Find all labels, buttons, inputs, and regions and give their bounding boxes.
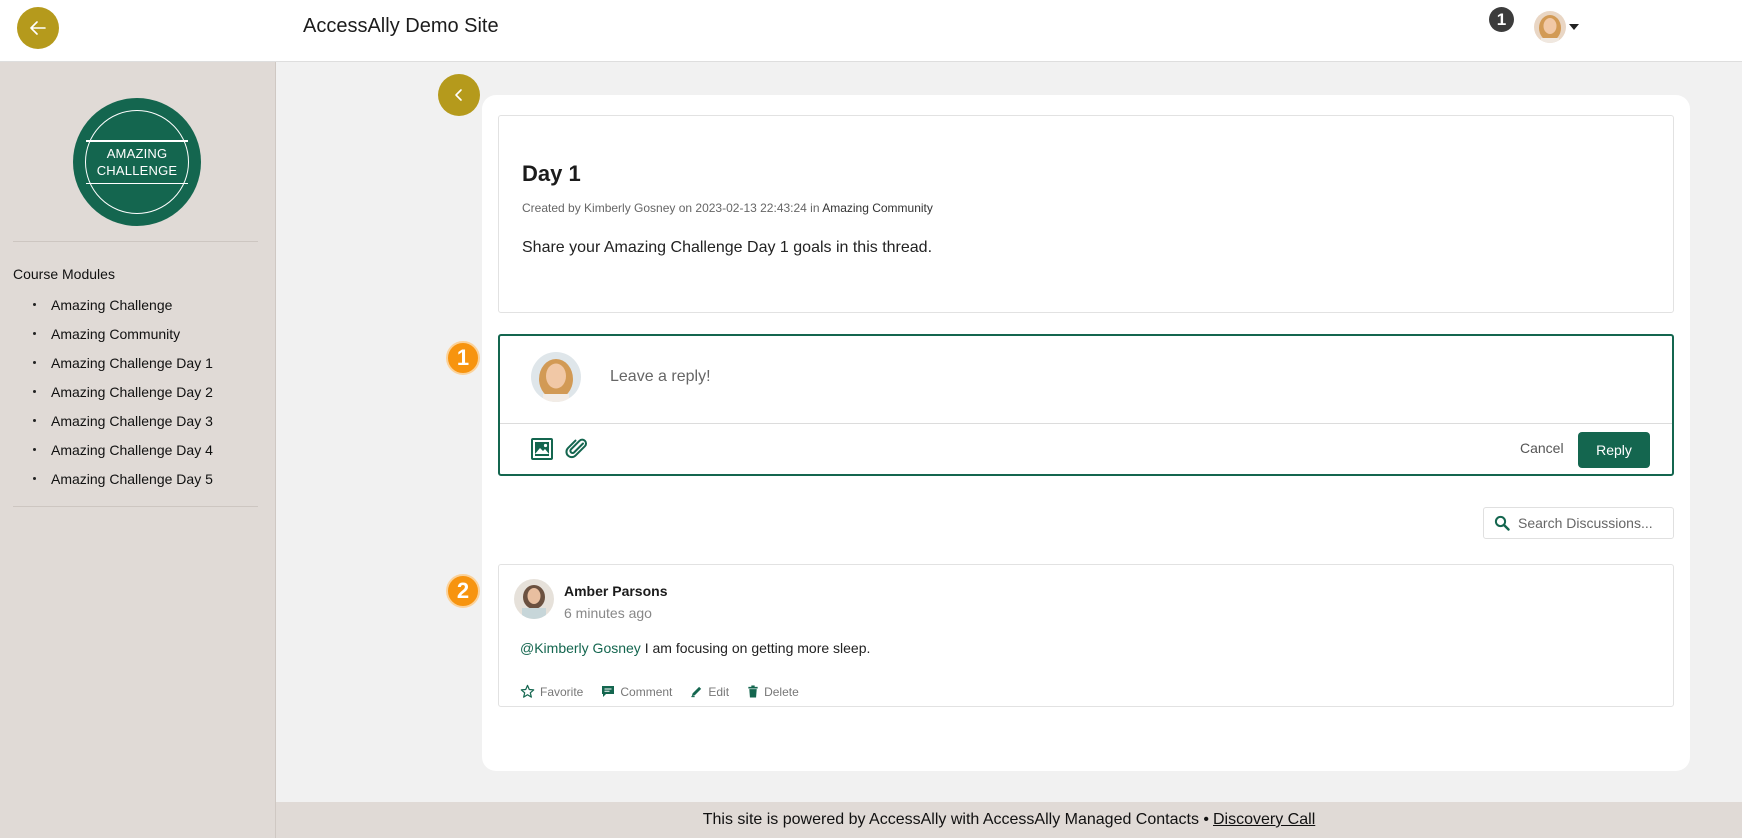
comment-time: 6 minutes ago (564, 605, 652, 621)
comment-actions: Favorite Comment Edit Delete (520, 684, 817, 699)
reply-input[interactable] (610, 362, 1630, 392)
module-item[interactable]: Amazing Challenge Day 5 (33, 464, 213, 493)
notification-badge[interactable]: 1 (1489, 7, 1514, 32)
community-link[interactable]: Amazing Community (822, 201, 933, 215)
footer-text: This site is powered by AccessAlly with … (702, 811, 1209, 828)
chevron-left-icon (455, 89, 462, 101)
image-upload-button[interactable] (530, 437, 554, 461)
post-meta: Created by Kimberly Gosney on 2023-02-13… (522, 201, 933, 215)
post: Day 1 Created by Kimberly Gosney on 2023… (498, 115, 1674, 313)
module-item[interactable]: Amazing Challenge Day 1 (33, 348, 213, 377)
course-logo: AMAZING CHALLENGE (73, 98, 201, 226)
reply-divider (500, 423, 1672, 424)
step-badge-1: 1 (446, 341, 480, 375)
discovery-call-link[interactable]: Discovery Call (1213, 811, 1315, 829)
back-button[interactable] (17, 7, 59, 49)
attach-button[interactable] (564, 437, 588, 461)
step-badge-2: 2 (446, 574, 480, 608)
reply-button[interactable]: Reply (1578, 432, 1650, 468)
comment-icon (602, 686, 615, 697)
module-item[interactable]: Amazing Community (33, 319, 213, 348)
image-icon (531, 438, 553, 460)
post-title: Day 1 (522, 161, 581, 186)
comment-button[interactable]: Comment (601, 685, 672, 699)
footer: This site is powered by AccessAlly with … (276, 802, 1742, 838)
previous-button[interactable] (438, 74, 480, 116)
cancel-button[interactable]: Cancel (1520, 440, 1564, 456)
module-item[interactable]: Amazing Challenge Day 3 (33, 406, 213, 435)
sidebar-divider (13, 241, 258, 242)
post-body: Share your Amazing Challenge Day 1 goals… (522, 239, 933, 256)
comment-text: @Kimberly Gosney I am focusing on gettin… (520, 640, 871, 656)
favorite-button[interactable]: Favorite (520, 684, 583, 699)
logo-text-line2: CHALLENGE (96, 163, 178, 178)
search-discussions (1483, 507, 1674, 539)
user-avatar (1534, 11, 1566, 43)
trash-icon (748, 685, 758, 698)
sidebar-divider (13, 506, 258, 507)
reply-avatar (531, 352, 581, 402)
star-icon (520, 684, 535, 698)
arrow-left-icon (30, 21, 46, 35)
module-item[interactable]: Amazing Challenge Day 2 (33, 377, 213, 406)
site-title: AccessAlly Demo Site (303, 15, 499, 37)
search-input[interactable] (1518, 515, 1668, 531)
user-menu[interactable] (1534, 11, 1579, 43)
top-bar: AccessAlly Demo Site 1 (0, 0, 1742, 62)
edit-button[interactable]: Edit (690, 685, 729, 699)
reply-box: Cancel Reply (498, 334, 1674, 476)
comment-avatar (514, 579, 554, 619)
comment-author[interactable]: Amber Parsons (564, 583, 667, 599)
module-list: Amazing Challenge Amazing Community Amaz… (33, 290, 213, 493)
mention-link[interactable]: @Kimberly Gosney (520, 640, 641, 656)
pencil-icon (691, 686, 702, 698)
chevron-down-icon (1569, 24, 1579, 30)
delete-button[interactable]: Delete (747, 685, 799, 699)
module-item[interactable]: Amazing Challenge Day 4 (33, 435, 213, 464)
logo-text-line1: AMAZING (106, 146, 168, 161)
paperclip-icon (565, 438, 587, 459)
comment: Amber Parsons 6 minutes ago @Kimberly Go… (498, 564, 1674, 707)
search-icon (1494, 515, 1510, 531)
module-item[interactable]: Amazing Challenge (33, 290, 213, 319)
modules-title: Course Modules (13, 266, 115, 282)
sidebar: AMAZING CHALLENGE Course Modules Amazing… (0, 62, 276, 838)
